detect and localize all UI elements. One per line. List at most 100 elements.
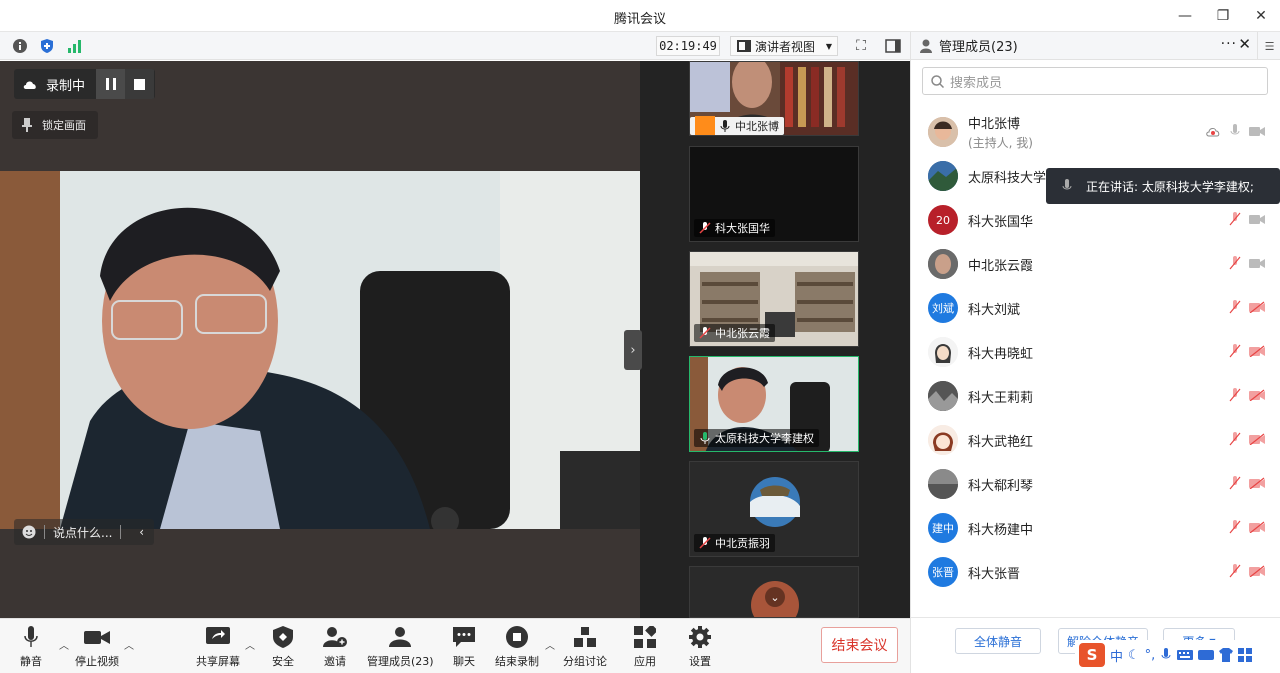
chevron-left-icon[interactable]: ‹ <box>139 525 144 539</box>
video-tile[interactable]: 中北张云霞 <box>689 251 859 347</box>
fullscreen-icon[interactable]: ⛶ <box>850 36 872 56</box>
scroll-down-icon[interactable]: ⌄ <box>765 587 785 607</box>
end-recording-button[interactable]: 结束录制 <box>495 625 539 669</box>
skin-icon[interactable] <box>1198 649 1215 661</box>
share-screen-button[interactable]: 共享屏幕 <box>196 625 240 669</box>
end-meeting-button[interactable]: 结束会议 <box>821 627 898 663</box>
apps-button[interactable]: 应用 <box>632 625 658 669</box>
ime-punct[interactable]: °, <box>1145 648 1156 663</box>
camera-icon[interactable] <box>1249 213 1265 225</box>
mic-muted-icon[interactable] <box>1229 432 1241 446</box>
grid-icon[interactable] <box>1238 648 1253 662</box>
breakout-rooms-button[interactable]: 分组讨论 <box>563 625 607 669</box>
shield-icon <box>270 625 296 649</box>
moon-icon[interactable]: ☾ <box>1128 648 1140 663</box>
mic-muted-icon[interactable] <box>1229 520 1241 534</box>
camera-icon[interactable] <box>1249 257 1265 269</box>
invite-label: 邀请 <box>324 655 346 668</box>
chat-input-bar[interactable]: 说点什么... ‹ <box>14 519 154 545</box>
member-row[interactable]: 张晋 科大张晋 <box>911 550 1280 594</box>
video-camera-icon <box>84 625 110 649</box>
member-row[interactable]: 科大武艳红 <box>911 418 1280 462</box>
video-tile-active-speaker[interactable]: 太原科技大学李建权 <box>689 356 859 452</box>
chevron-up-icon[interactable]: ︿ <box>545 637 555 652</box>
view-mode-dropdown[interactable]: 演讲者视图 ▼ <box>730 36 838 56</box>
stop-recording-button[interactable] <box>125 69 154 99</box>
avatar <box>928 469 958 499</box>
camera-icon[interactable] <box>1249 125 1265 137</box>
restore-icon[interactable]: ❐ <box>1204 0 1242 32</box>
chevron-up-icon[interactable]: ︿ <box>245 637 255 652</box>
lock-view-button[interactable]: 锁定画面 <box>12 111 98 139</box>
mic-muted-icon <box>699 327 711 339</box>
emoji-icon[interactable] <box>22 525 36 539</box>
member-row[interactable]: 中北张博 (主持人, 我) <box>911 110 1280 154</box>
member-search-input[interactable]: 搜索成员 <box>922 67 1268 95</box>
stop-video-button[interactable]: 停止视频 <box>75 625 119 669</box>
mic-muted-icon[interactable] <box>1229 300 1241 314</box>
ime-toolbar[interactable]: S 中 ☾ °, <box>1075 640 1280 670</box>
camera-off-icon[interactable] <box>1249 521 1265 533</box>
window-controls: — ❐ ✕ <box>1166 0 1280 32</box>
chevron-down-icon: ▼ <box>825 41 832 51</box>
security-button[interactable]: 安全 <box>270 625 296 669</box>
member-name: 科大冉晓虹 <box>968 346 1034 362</box>
view-mode-label: 演讲者视图 <box>755 39 816 54</box>
chat-button[interactable]: 聊天 <box>451 625 477 669</box>
security-shield-icon[interactable] <box>38 37 56 55</box>
video-tile-partial[interactable]: ⌄ <box>689 566 859 618</box>
member-row[interactable]: 20 科大张国华 <box>911 198 1280 242</box>
camera-off-icon[interactable] <box>1249 433 1265 445</box>
manage-members-button[interactable]: 管理成员(23) <box>367 625 434 669</box>
menu-icon[interactable]: ☰ <box>1257 32 1280 60</box>
mic-muted-icon[interactable] <box>1229 476 1241 490</box>
invite-button[interactable]: 邀请 <box>322 625 348 669</box>
meeting-timer: 02:19:49 <box>656 36 720 56</box>
close-window-icon[interactable]: ✕ <box>1242 0 1280 32</box>
mute-all-button[interactable]: 全体静音 <box>955 628 1041 654</box>
member-row[interactable]: 中北张云霞 <box>911 242 1280 286</box>
mute-button[interactable]: 静音 <box>18 625 44 669</box>
camera-off-icon[interactable] <box>1249 389 1265 401</box>
mic-muted-icon[interactable] <box>1229 256 1241 270</box>
mic-muted-icon[interactable] <box>1229 212 1241 226</box>
shirt-icon[interactable] <box>1219 648 1234 662</box>
pause-recording-button[interactable] <box>96 69 125 99</box>
member-row[interactable]: 刘斌 科大刘斌 <box>911 286 1280 330</box>
lock-view-label: 锁定画面 <box>42 119 86 132</box>
chevron-up-icon[interactable]: ︿ <box>59 637 69 652</box>
member-row[interactable]: 科大冉晓虹 <box>911 330 1280 374</box>
member-row[interactable]: 科大王莉莉 <box>911 374 1280 418</box>
camera-off-icon[interactable] <box>1249 301 1265 313</box>
member-row[interactable]: 建中 科大杨建中 <box>911 506 1280 550</box>
close-panel-icon[interactable]: ✕ <box>1238 35 1251 53</box>
video-tile[interactable]: 中北贡振羽 <box>689 461 859 557</box>
info-icon[interactable] <box>11 37 29 55</box>
minimize-icon[interactable]: — <box>1166 0 1204 32</box>
mic-muted-icon[interactable] <box>1229 344 1241 358</box>
chevron-up-icon[interactable]: ︿ <box>124 637 134 652</box>
ime-lang[interactable]: 中 <box>1110 646 1123 665</box>
avatar <box>928 337 958 367</box>
member-row[interactable]: 科大郗利琴 <box>911 462 1280 506</box>
collapse-strip-handle[interactable]: › <box>624 330 642 370</box>
video-tile[interactable]: 中北张博 <box>689 61 859 136</box>
keyboard-icon[interactable] <box>1177 649 1194 661</box>
member-name: 科大张晋 <box>968 566 1021 582</box>
signal-icon[interactable] <box>65 37 83 55</box>
recording-cloud-icon <box>1206 128 1220 137</box>
member-name: 科大郗利琴 <box>968 478 1034 494</box>
video-gallery-strip: 中北张博 科大张国华 中北张云霞 太原科技大学李建权 中北贡振羽 ⌄ <box>640 61 910 618</box>
settings-button[interactable]: 设置 <box>687 625 713 669</box>
mic-muted-icon[interactable] <box>1229 388 1241 402</box>
mic-muted-icon <box>699 537 711 549</box>
sidebar-toggle-icon[interactable] <box>882 36 904 56</box>
camera-off-icon[interactable] <box>1249 565 1265 577</box>
video-tile[interactable]: 科大张国华 <box>689 146 859 242</box>
mic-muted-icon[interactable] <box>1229 564 1241 578</box>
camera-off-icon[interactable] <box>1249 477 1265 489</box>
camera-off-icon[interactable] <box>1249 345 1265 357</box>
mic-icon[interactable] <box>1229 124 1241 138</box>
voice-icon[interactable] <box>1160 648 1172 662</box>
more-options-icon[interactable]: ··· <box>1221 36 1237 52</box>
